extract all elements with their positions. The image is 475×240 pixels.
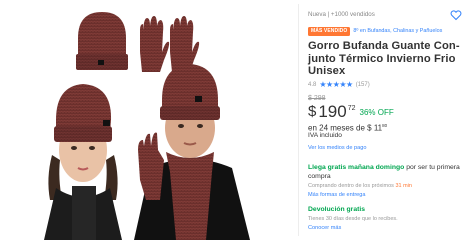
rating-stars-icon: ★★★★★ — [319, 80, 353, 89]
returns-note: Tienes 30 días desde que lo recibes. — [308, 216, 398, 222]
bestseller-badge: MÁS VENDIDO — [308, 26, 351, 36]
condition-sold-count: Nueva | +1000 vendidos — [308, 11, 375, 18]
discount-label: 36% OFF — [359, 108, 394, 117]
model-man — [134, 64, 250, 240]
delivery-options-link[interactable]: Más formas de entrega — [308, 192, 366, 198]
installments-cents: 80 — [382, 123, 388, 128]
heart-outline-icon[interactable] — [450, 9, 462, 21]
model-woman — [44, 84, 122, 240]
rating-score: 4.8 — [308, 81, 317, 88]
rating-count: (157) — [355, 81, 370, 88]
gloves-product — [140, 16, 200, 72]
product-gallery[interactable] — [0, 0, 296, 240]
product-page: Nueva | +1000 vendidos MÁS VENDIDO 8º en… — [0, 0, 475, 240]
category-ranking-link[interactable]: 8º en Bufandas, Chalinas y Pañuelos — [353, 28, 442, 34]
current-price: $ 190 72 36% OFF — [308, 103, 394, 121]
product-info-panel: Nueva | +1000 vendidos MÁS VENDIDO 8º en… — [308, 0, 475, 240]
rating-summary[interactable]: 4.8 ★★★★★ (157) — [308, 80, 370, 89]
column-divider — [298, 4, 299, 236]
product-title: Gorro Bufanda Guante Con-junto Térmico I… — [308, 40, 460, 78]
payment-methods-link[interactable]: Ver los medios de pago — [308, 145, 366, 151]
price-integer: 190 — [318, 102, 347, 121]
free-returns-title: Devolución gratis — [308, 206, 366, 213]
shipping-timer: 31 min — [395, 183, 412, 189]
price-currency: $ — [308, 103, 317, 120]
shipping-info: Llega gratis mañana domingo por ser tu p… — [308, 163, 470, 181]
returns-learn-more-link[interactable]: Conocer más — [308, 225, 341, 231]
free-shipping-highlight: Llega gratis mañana domingo — [308, 164, 405, 171]
bestseller-row: MÁS VENDIDO 8º en Bufandas, Chalinas y P… — [308, 26, 442, 36]
price-cents: 72 — [347, 105, 356, 112]
product-image[interactable] — [0, 0, 296, 240]
original-price: $ 298 — [308, 95, 326, 102]
shipping-deadline-note: Comprando dentro de los próximos 31 min — [308, 183, 412, 189]
beanie-product — [76, 12, 128, 70]
tax-included-note: IVA incluido — [308, 132, 342, 139]
shipping-deadline-text: Comprando dentro de los próximos — [308, 183, 396, 189]
